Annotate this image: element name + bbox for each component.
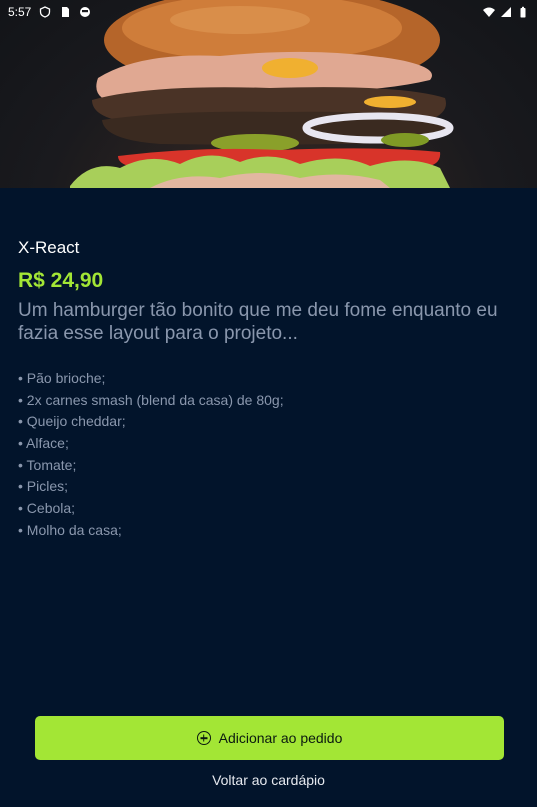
sim-card-icon <box>62 7 70 17</box>
product-name: X-React <box>18 238 80 257</box>
ingredients-list: Pão brioche; 2x carnes smash (blend da c… <box>18 368 284 542</box>
ingredient-item: Picles; <box>18 476 284 498</box>
status-bar: 5:57 <box>0 0 537 24</box>
circle-status-icon <box>80 7 91 17</box>
battery-icon <box>520 6 526 18</box>
ingredient-item: 2x carnes smash (blend da casa) de 80g; <box>18 390 284 412</box>
ingredient-item: Alface; <box>18 433 284 455</box>
product-description: Um hamburger tão bonito que me deu fome … <box>18 300 498 344</box>
ingredient-item: Cebola; <box>18 498 284 520</box>
add-to-order-button[interactable]: Adicionar ao pedido <box>35 716 504 760</box>
add-to-order-label: Adicionar ao pedido <box>218 730 343 746</box>
product-hero-image <box>0 0 537 188</box>
wifi-icon <box>483 7 495 17</box>
signal-icon <box>501 7 511 17</box>
ingredient-item: Queijo cheddar; <box>18 411 284 433</box>
ingredient-item: Tomate; <box>18 455 284 477</box>
burger-photo <box>70 0 454 188</box>
status-time: 5:57 <box>8 5 32 19</box>
ingredient-item: Molho da casa; <box>18 520 284 542</box>
product-price: R$ 24,90 <box>18 269 104 292</box>
plus-circle-icon <box>196 731 211 745</box>
ingredient-item: Pão brioche; <box>18 368 284 390</box>
shield-icon <box>40 6 51 18</box>
back-to-menu-link[interactable]: Voltar ao cardápio <box>0 772 537 788</box>
